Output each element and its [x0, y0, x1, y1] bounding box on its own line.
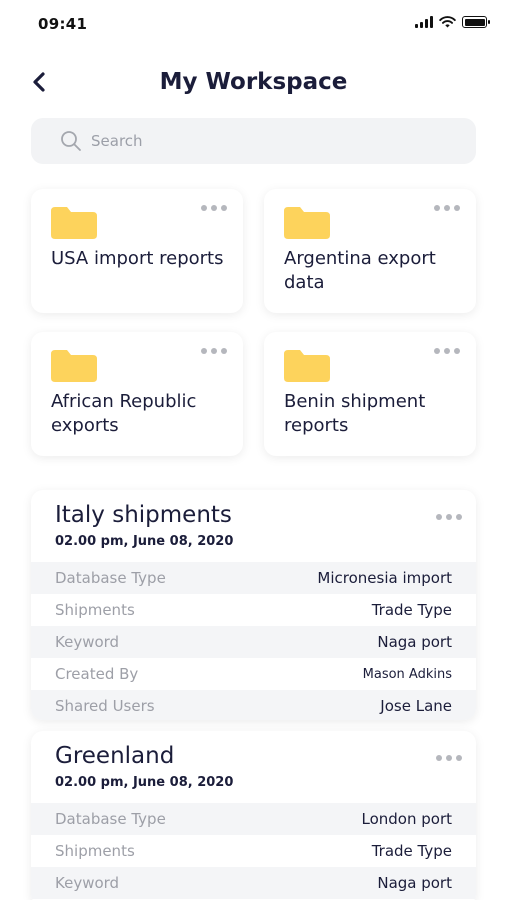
page-title: My Workspace — [159, 69, 348, 95]
folder-name: USA import reports — [51, 248, 224, 269]
search-bar[interactable] — [31, 118, 476, 164]
battery-icon — [462, 16, 490, 28]
detail-label: Shipments — [55, 842, 135, 860]
detail-row: Database Type Micronesia import — [31, 562, 476, 594]
detail-row: Created By Mason Adkins — [31, 658, 476, 690]
folder-card[interactable]: African Republic exports — [31, 332, 243, 456]
status-icons — [415, 16, 490, 28]
detail-label: Shipments — [55, 601, 135, 619]
detail-value: Jose Lane — [380, 697, 452, 715]
detail-row: Shared Users Jose Lane — [31, 690, 476, 720]
folder-card[interactable]: USA import reports — [31, 189, 243, 313]
detail-label: Keyword — [55, 633, 120, 651]
detail-value: Mason Adkins — [362, 666, 452, 682]
shipment-date: 02.00 pm, June 08, 2020 — [55, 775, 234, 790]
detail-row: Shipments Trade Type — [31, 835, 476, 867]
detail-value: Trade Type — [371, 601, 452, 619]
detail-value: Naga port — [377, 874, 452, 892]
detail-label: Created By — [55, 665, 139, 683]
folder-name: Argentina export data — [284, 248, 436, 293]
status-time: 09:41 — [38, 15, 88, 33]
more-options-button[interactable] — [436, 514, 462, 520]
header: My Workspace — [0, 62, 507, 106]
detail-label: Shared Users — [55, 697, 155, 715]
shipment-details: Database Type London port Shipments Trad… — [31, 803, 476, 899]
folder-name: African Republic exports — [51, 391, 197, 436]
detail-value: Trade Type — [371, 842, 452, 860]
folder-icon — [284, 350, 330, 382]
shipment-title: Greenland — [55, 743, 175, 769]
more-options-button[interactable] — [434, 348, 460, 354]
detail-value: London port — [361, 810, 453, 828]
folder-icon — [284, 207, 330, 239]
shipment-card[interactable]: Greenland 02.00 pm, June 08, 2020 Databa… — [31, 731, 476, 900]
more-options-button[interactable] — [434, 205, 460, 211]
shipment-card[interactable]: Italy shipments 02.00 pm, June 08, 2020 … — [31, 490, 476, 720]
shipment-details: Database Type Micronesia import Shipment… — [31, 562, 476, 720]
folder-icon — [51, 350, 97, 382]
search-icon — [61, 131, 81, 151]
more-options-button[interactable] — [201, 205, 227, 211]
folder-name: Benin shipment reports — [284, 391, 426, 436]
more-options-button[interactable] — [201, 348, 227, 354]
detail-label: Database Type — [55, 569, 166, 587]
folder-card[interactable]: Benin shipment reports — [264, 332, 476, 456]
cellular-signal-icon — [415, 16, 433, 28]
wifi-icon — [439, 16, 456, 28]
folder-icon — [51, 207, 97, 239]
shipment-date: 02.00 pm, June 08, 2020 — [55, 534, 234, 549]
status-bar: 09:41 — [0, 0, 507, 50]
detail-label: Database Type — [55, 810, 166, 828]
more-options-button[interactable] — [436, 755, 462, 761]
folder-card[interactable]: Argentina export data — [264, 189, 476, 313]
detail-row: Database Type London port — [31, 803, 476, 835]
detail-row: Keyword Naga port — [31, 626, 476, 658]
detail-value: Naga port — [377, 633, 452, 651]
detail-label: Keyword — [55, 874, 120, 892]
detail-value: Micronesia import — [317, 569, 452, 587]
detail-row: Shipments Trade Type — [31, 594, 476, 626]
search-input[interactable] — [91, 132, 431, 150]
shipment-title: Italy shipments — [55, 502, 232, 528]
detail-row: Keyword Naga port — [31, 867, 476, 899]
